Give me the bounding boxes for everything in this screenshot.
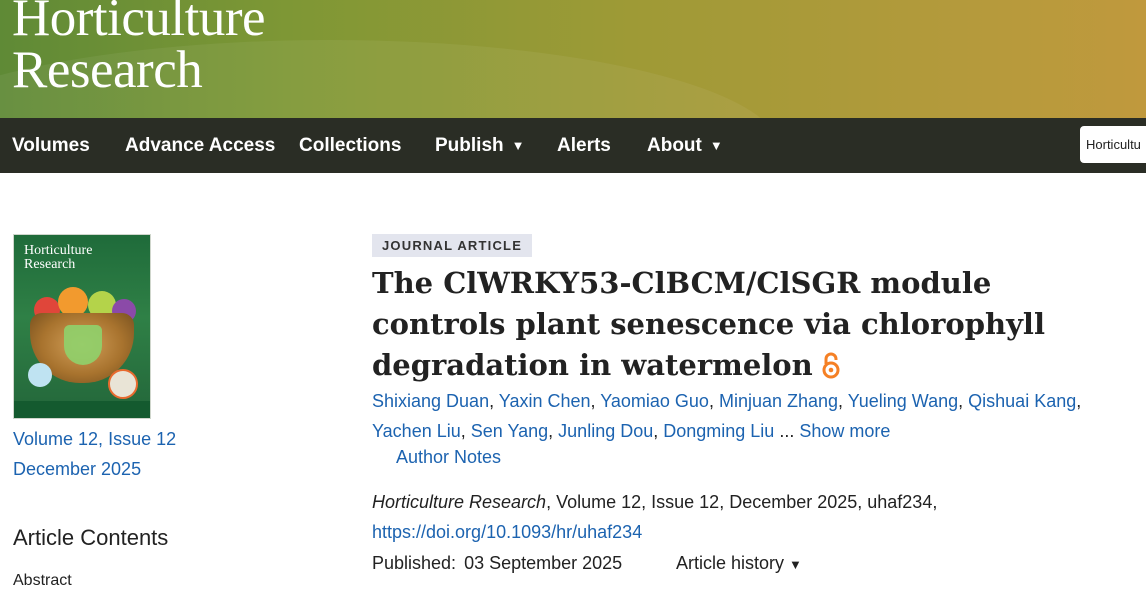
author-link[interactable]: Yaomiao Guo (600, 391, 709, 411)
show-more-authors-button[interactable]: Show more (799, 421, 890, 441)
nav-publish[interactable]: Publish ▼ (435, 118, 525, 173)
caret-down-icon: ▼ (709, 138, 723, 153)
author-link[interactable]: Yachen Liu (372, 421, 461, 441)
citation-journal: Horticulture Research (372, 492, 547, 512)
article-history-label: Article history (676, 553, 785, 573)
nav-label: Publish (435, 135, 504, 156)
icon-circle-illustration (108, 369, 138, 399)
author-link[interactable]: Yueling Wang (848, 391, 958, 411)
author-link[interactable]: Junling Dou (558, 421, 653, 441)
author-link[interactable]: Sen Yang (471, 421, 548, 441)
author-link[interactable]: Dongming Liu (663, 421, 774, 441)
cover-title-line-1: Horticulture (24, 243, 93, 258)
author-link[interactable]: Qishuai Kang (968, 391, 1076, 411)
cover-footer (14, 401, 150, 418)
nav-label: Collections (299, 135, 402, 156)
published-label: Published: (372, 553, 457, 573)
article-history-toggle[interactable]: Article history ▼ (676, 553, 802, 574)
caret-down-icon: ▼ (789, 557, 802, 572)
cover-title-line-2: Research (24, 257, 76, 272)
author-list: Shixiang Duan, Yaxin Chen, Yaomiao Guo, … (372, 391, 1082, 441)
nav-collections[interactable]: Collections (299, 118, 401, 173)
author-link[interactable]: Shixiang Duan (372, 391, 489, 411)
citation-line: Horticulture Research, Volume 12, Issue … (372, 492, 937, 513)
author-notes-link[interactable]: Author Notes (396, 447, 501, 468)
search-scope-select[interactable]: Horticultu (1080, 126, 1146, 163)
nav-label: Advance Access (125, 135, 276, 156)
issue-date-link[interactable]: December 2025 (13, 459, 141, 480)
nav-advance-access[interactable]: Advance Access (125, 118, 275, 173)
authors-ellipsis: ... (779, 421, 795, 441)
author-link[interactable]: Yaxin Chen (499, 391, 591, 411)
nav-volumes[interactable]: Volumes (12, 118, 90, 173)
article-title: The ClWRKY53-ClBCM/ClSGR module controls… (372, 263, 1112, 390)
nav-label: About (647, 135, 702, 156)
open-access-icon (821, 349, 841, 390)
site-banner: Horticulture Research (0, 0, 1146, 118)
logo-line-1: Horticulture (12, 0, 266, 47)
author-link[interactable]: Minjuan Zhang (719, 391, 838, 411)
citation-details: , Volume 12, Issue 12, December 2025, uh… (546, 492, 938, 512)
logo-line-2: Research (12, 41, 203, 99)
published-date-value: 03 September 2025 (464, 553, 623, 573)
contents-item-abstract[interactable]: Abstract (13, 572, 72, 590)
main-nav: Volumes Advance Access Collections Publi… (0, 118, 1146, 173)
article-title-text: The ClWRKY53-ClBCM/ClSGR module controls… (372, 266, 1045, 382)
article-contents-heading: Article Contents (13, 525, 169, 550)
doi-link[interactable]: https://doi.org/10.1093/hr/uhaf234 (372, 522, 642, 543)
shield-illustration (64, 325, 102, 365)
published-date: Published: 03 September 2025 (372, 553, 622, 574)
site-logo[interactable]: Horticulture Research (12, 0, 266, 99)
cover-title: Horticulture Research (24, 244, 92, 272)
nav-label: Alerts (557, 135, 611, 156)
nav-alerts[interactable]: Alerts (557, 118, 611, 173)
issue-cover-image[interactable]: Horticulture Research (13, 234, 151, 419)
icon-circle-illustration (28, 363, 52, 387)
nav-label: Volumes (12, 135, 90, 156)
nav-about[interactable]: About ▼ (647, 118, 723, 173)
article-type-badge: JOURNAL ARTICLE (372, 234, 533, 257)
caret-down-icon: ▼ (511, 138, 525, 153)
volume-issue-link[interactable]: Volume 12, Issue 12 (13, 429, 176, 450)
